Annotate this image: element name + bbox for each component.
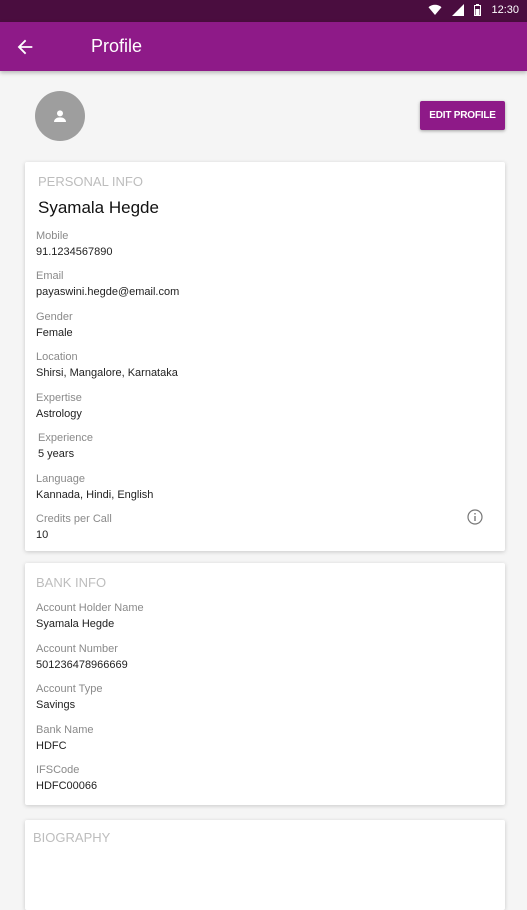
field-label: Language xyxy=(36,473,85,485)
page-title: Profile xyxy=(91,36,143,56)
personal-info-card: PERSONAL INFO Syamala Hegde Mobile 91.12… xyxy=(25,162,505,551)
field-value: Astrology xyxy=(36,408,82,420)
field-experience: Experience 5 years xyxy=(38,431,93,462)
field-account-holder: Account Holder Name Syamala Hegde xyxy=(36,601,144,632)
field-gender: Gender Female xyxy=(36,310,73,341)
field-label: Credits per Call xyxy=(36,513,112,525)
field-value: HDFC xyxy=(36,740,67,752)
field-label: Gender xyxy=(36,311,73,323)
section-title-personal: PERSONAL INFO xyxy=(38,174,143,189)
profile-name: Syamala Hegde xyxy=(38,198,159,217)
field-label: IFSCode xyxy=(36,764,80,776)
wifi-icon xyxy=(428,4,442,16)
avatar[interactable] xyxy=(35,91,85,141)
field-account-number: Account Number 501236478966669 xyxy=(36,642,128,673)
status-bar: 12:30 xyxy=(0,0,527,22)
section-title-biography: BIOGRAPHY xyxy=(33,830,111,845)
field-bank-name: Bank Name HDFC xyxy=(36,723,93,754)
field-value: Savings xyxy=(36,699,76,711)
field-value: 10 xyxy=(36,529,49,541)
field-value: Shirsi, Mangalore, Karnataka xyxy=(36,367,178,379)
signal-icon xyxy=(452,4,465,16)
person-icon xyxy=(54,110,66,122)
field-label: Expertise xyxy=(36,392,82,404)
field-label: Email xyxy=(36,270,64,282)
field-value: 501236478966669 xyxy=(36,659,128,671)
field-location: Location Shirsi, Mangalore, Karnataka xyxy=(36,350,178,381)
field-expertise: Expertise Astrology xyxy=(36,391,82,422)
field-value: Kannada, Hindi, English xyxy=(36,489,154,501)
field-credits-per-call: Credits per Call 10 xyxy=(36,512,112,543)
field-account-type: Account Type Savings xyxy=(36,682,102,713)
field-ifscode: IFSCode HDFC00066 xyxy=(36,763,97,794)
field-label: Mobile xyxy=(36,230,69,242)
bank-info-card: BANK INFO Account Holder Name Syamala He… xyxy=(25,563,505,805)
field-label: Bank Name xyxy=(36,724,94,736)
info-icon[interactable] xyxy=(467,509,483,525)
battery-icon xyxy=(474,4,482,16)
field-email: Email payaswini.hegde@email.com xyxy=(36,269,179,300)
field-value: 91.1234567890 xyxy=(36,246,113,258)
status-time: 12:30 xyxy=(491,4,519,16)
field-label: Account Type xyxy=(36,683,103,695)
field-label: Experience xyxy=(38,432,94,444)
back-arrow-icon xyxy=(17,39,33,55)
field-label: Account Holder Name xyxy=(36,602,144,614)
field-value: HDFC00066 xyxy=(36,780,98,792)
edit-profile-button[interactable]: EDIT PROFILE xyxy=(420,101,505,130)
back-button[interactable] xyxy=(14,36,36,58)
field-mobile: Mobile 91.1234567890 xyxy=(36,229,112,260)
field-language: Language Kannada, Hindi, English xyxy=(36,472,153,503)
section-title-bank: BANK INFO xyxy=(36,575,107,590)
field-label: Account Number xyxy=(36,643,118,655)
biography-card: BIOGRAPHY xyxy=(25,820,505,910)
field-value: 5 years xyxy=(38,448,75,460)
field-value: payaswini.hegde@email.com xyxy=(36,286,180,298)
app-bar: Profile xyxy=(0,22,527,71)
field-label: Location xyxy=(36,351,78,363)
field-value: Female xyxy=(36,327,73,339)
field-value: Syamala Hegde xyxy=(36,618,115,630)
